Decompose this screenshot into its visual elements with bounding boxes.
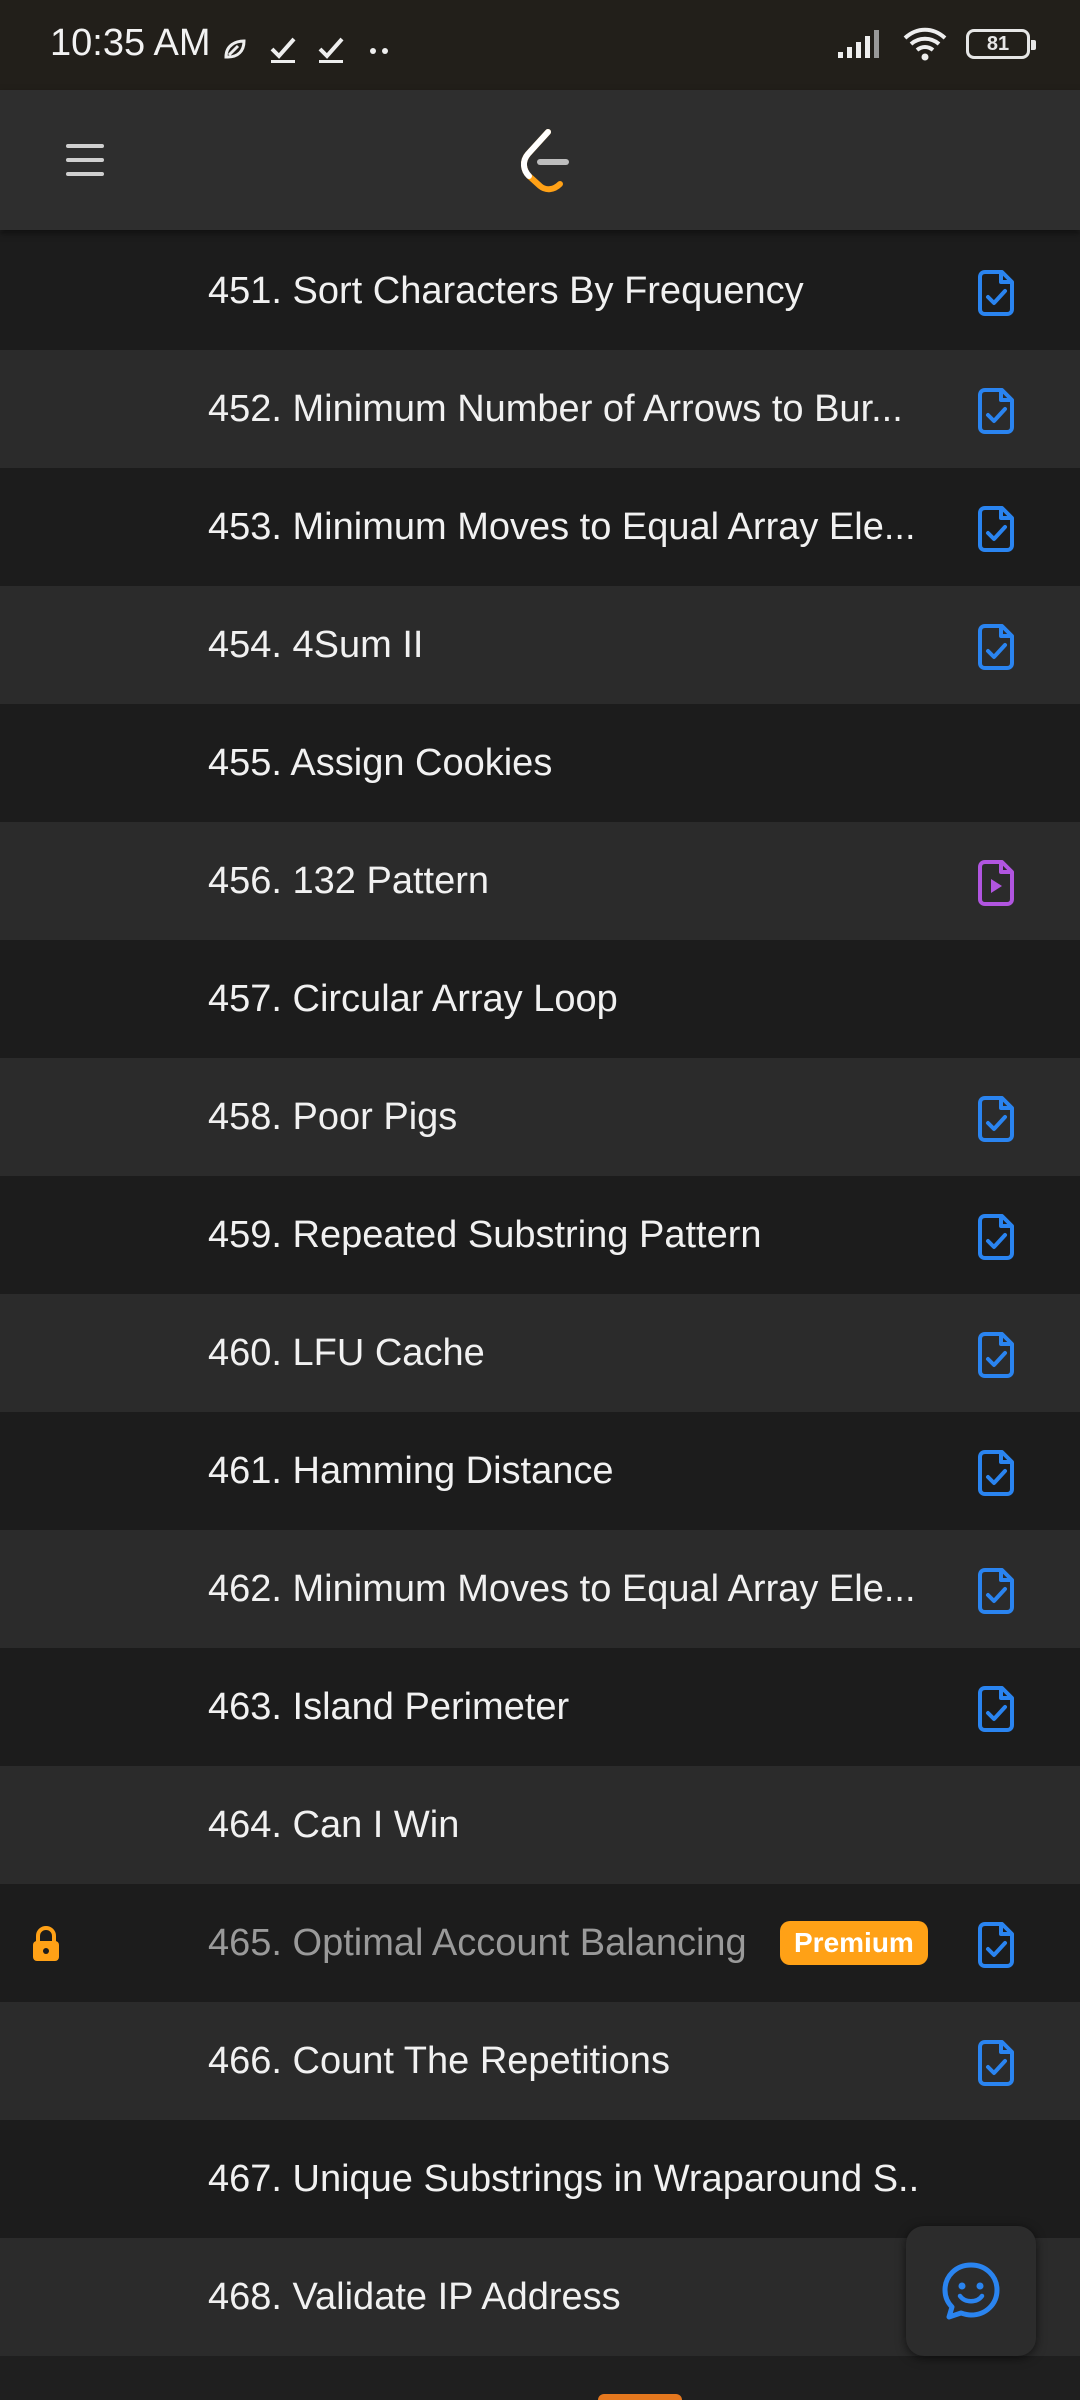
problem-title: 451. Sort Characters By Frequency <box>208 270 804 312</box>
problem-row[interactable]: 461. Hamming Distance <box>0 1412 1080 1530</box>
problem-title: 452. Minimum Number of Arrows to Bur... <box>208 388 903 430</box>
problem-row[interactable]: 456. 132 Pattern <box>0 822 1080 940</box>
problem-row[interactable]: 466. Count The Repetitions <box>0 2002 1080 2120</box>
problem-title: 454. 4Sum II <box>208 624 424 666</box>
status-right-icons: 81 <box>836 26 1036 62</box>
problem-list: 451. Sort Characters By Frequency 452. Mi… <box>0 232 1080 2356</box>
problem-row[interactable]: 455. Assign Cookies <box>0 704 1080 822</box>
problem-row[interactable]: 463. Island Perimeter <box>0 1648 1080 1766</box>
notification-icons <box>220 30 394 70</box>
solution-check-icon[interactable] <box>974 1213 1018 1261</box>
problem-title: 453. Minimum Moves to Equal Array Ele... <box>208 506 916 548</box>
premium-badge: Premium <box>780 1921 928 1965</box>
problem-row[interactable]: 467. Unique Substrings in Wraparound S..… <box>0 2120 1080 2238</box>
wifi-icon <box>903 27 947 61</box>
battery-indicator: 81 <box>966 29 1036 59</box>
problem-row[interactable]: 452. Minimum Number of Arrows to Bur... <box>0 350 1080 468</box>
problem-row[interactable]: 464. Can I Win <box>0 1766 1080 1884</box>
app-bar <box>0 90 1080 230</box>
solution-check-icon[interactable] <box>974 269 1018 317</box>
problem-row[interactable]: 451. Sort Characters By Frequency <box>0 232 1080 350</box>
chat-smile-icon <box>942 2262 1000 2320</box>
task-done-icon <box>270 37 296 63</box>
problem-title: 455. Assign Cookies <box>208 742 553 784</box>
problem-title: 464. Can I Win <box>208 1804 460 1846</box>
solution-check-icon[interactable] <box>974 505 1018 553</box>
problem-row[interactable]: 459. Repeated Substring Pattern <box>0 1176 1080 1294</box>
notification-leaf-icon <box>224 39 246 59</box>
status-bar: 10:35 AM 81 <box>0 0 1080 90</box>
problem-row[interactable]: 460. LFU Cache <box>0 1294 1080 1412</box>
problem-row[interactable]: 465. Optimal Account Balancing Premium <box>0 1884 1080 2002</box>
problem-row[interactable]: 458. Poor Pigs <box>0 1058 1080 1176</box>
solution-check-icon[interactable] <box>974 387 1018 435</box>
problem-title: 458. Poor Pigs <box>208 1096 458 1138</box>
problem-title: 457. Circular Array Loop <box>208 978 618 1020</box>
problem-title: 468. Validate IP Address <box>208 2276 621 2318</box>
leetcode-logo[interactable] <box>514 126 574 194</box>
problem-row[interactable]: 453. Minimum Moves to Equal Array Ele... <box>0 468 1080 586</box>
problem-title: 461. Hamming Distance <box>208 1450 614 1492</box>
hamburger-icon[interactable] <box>58 132 114 188</box>
task-done-icon <box>318 37 344 63</box>
lock-icon <box>33 1925 59 1961</box>
status-time: 10:35 AM <box>50 22 211 64</box>
solution-check-icon[interactable] <box>974 1331 1018 1379</box>
problem-title: 462. Minimum Moves to Equal Array Ele... <box>208 1568 916 1610</box>
problem-title: 467. Unique Substrings in Wraparound S..… <box>208 2158 918 2200</box>
solution-check-icon[interactable] <box>974 1567 1018 1615</box>
video-solution-icon[interactable] <box>974 859 1018 907</box>
solution-check-icon[interactable] <box>974 1449 1018 1497</box>
solution-check-icon[interactable] <box>974 623 1018 671</box>
problem-row[interactable]: 457. Circular Array Loop <box>0 940 1080 1058</box>
solution-check-icon[interactable] <box>974 1095 1018 1143</box>
problem-title: 460. LFU Cache <box>208 1332 485 1374</box>
problem-row[interactable]: 454. 4Sum II <box>0 586 1080 704</box>
problem-title: 466. Count The Repetitions <box>208 2040 670 2082</box>
problem-title: 463. Island Perimeter <box>208 1686 570 1728</box>
solution-check-icon[interactable] <box>974 1685 1018 1733</box>
problem-title: 459. Repeated Substring Pattern <box>208 1214 762 1256</box>
problem-title: 465. Optimal Account Balancing <box>208 1922 747 1964</box>
bottom-tab-indicator <box>598 2394 682 2400</box>
solution-check-icon[interactable] <box>974 2039 1018 2087</box>
problem-row[interactable]: 462. Minimum Moves to Equal Array Ele... <box>0 1530 1080 1648</box>
solution-check-icon[interactable] <box>974 1921 1018 1969</box>
signal-icon <box>838 30 879 58</box>
feedback-chat-button[interactable] <box>906 2226 1036 2356</box>
more-notifications-icon <box>370 48 388 54</box>
problem-title: 456. 132 Pattern <box>208 860 489 902</box>
